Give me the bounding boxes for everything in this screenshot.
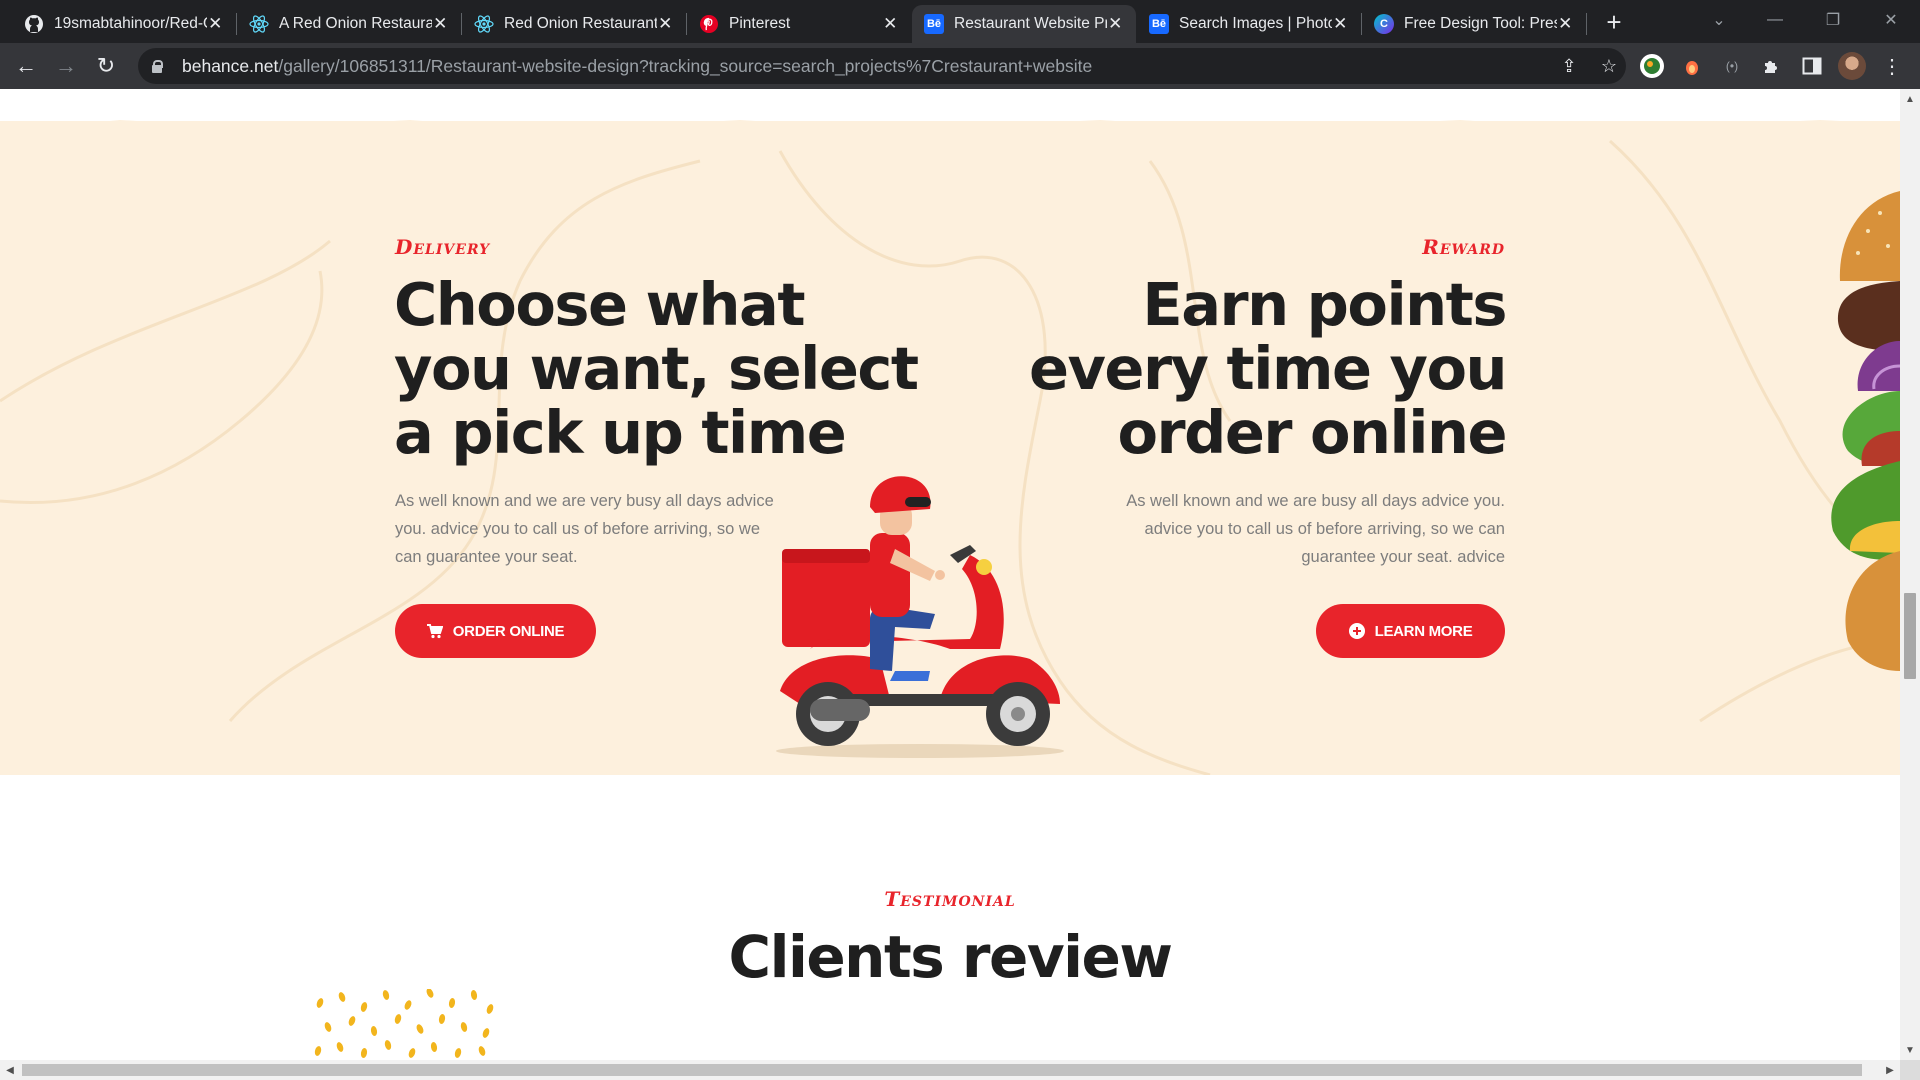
new-tab-plus-icon[interactable]: + (1600, 7, 1628, 37)
delivery-headline: Choose what you want, select a pick up t… (394, 270, 919, 467)
delivery-headline-line: Choose what (394, 270, 806, 339)
tab-title: Restaurant Website Pr (954, 15, 1107, 32)
plus-circle-icon (1348, 623, 1365, 639)
yellow-dots-decoration (314, 989, 494, 1058)
extension-radio-icon[interactable]: (•) (1718, 52, 1746, 80)
close-icon[interactable]: ✕ (1107, 14, 1124, 33)
scroll-up-arrow-icon[interactable]: ▲ (1902, 91, 1918, 107)
react-icon (474, 14, 494, 34)
page-viewport: Delivery Choose what you want, select a … (0, 89, 1900, 1060)
reward-eyebrow: Reward (1422, 235, 1505, 259)
learn-more-label: LEARN MORE (1374, 622, 1473, 640)
horizontal-scrollbar[interactable]: ◀ ▶ (0, 1060, 1900, 1080)
testimonial-title: Clients review (728, 923, 1173, 991)
react-icon (249, 14, 269, 34)
tab-title: A Red Onion Restaurant (279, 15, 432, 32)
reload-icon[interactable]: ↻ (92, 52, 120, 80)
tab-title: Pinterest (729, 15, 791, 32)
behance-icon: Bē (1149, 14, 1169, 34)
tab-pinterest[interactable]: Pinterest ✕ (687, 5, 911, 43)
github-icon (24, 14, 44, 34)
scroll-down-arrow-icon[interactable]: ▼ (1902, 1042, 1918, 1058)
reward-description-line: guarantee your seat. advice (1301, 548, 1505, 566)
extensions-puzzle-icon[interactable] (1758, 52, 1786, 80)
tab-canva[interactable]: C Free Design Tool: Pres ✕ (1362, 5, 1586, 43)
browser-toolbar: ← → ↻ behance.net/gallery/106851311/Rest… (0, 43, 1920, 89)
scroll-right-arrow-icon[interactable]: ▶ (1882, 1062, 1898, 1078)
restore-icon[interactable]: ❐ (1818, 6, 1848, 34)
reward-description-line: advice you to call us of before arriving… (1144, 520, 1505, 538)
horizontal-scroll-thumb[interactable] (22, 1064, 1862, 1076)
delivery-eyebrow: Delivery (395, 235, 491, 259)
delivery-description-line: can guarantee your seat. (395, 548, 578, 566)
tab-search-images[interactable]: Bē Search Images | Photo ✕ (1137, 5, 1361, 43)
kebab-menu-icon[interactable]: ⋮ (1878, 52, 1906, 80)
close-icon[interactable]: ✕ (1557, 14, 1574, 33)
pinterest-icon (699, 14, 719, 34)
profile-avatar[interactable] (1838, 52, 1866, 80)
bookmark-star-icon[interactable]: ☆ (1598, 55, 1620, 77)
delivery-scooter-illustration (776, 476, 1064, 758)
tab-title: Search Images | Photo (1179, 15, 1332, 32)
order-online-button[interactable]: ORDER ONLINE (395, 604, 596, 658)
delivery-headline-line: you want, select (394, 334, 919, 403)
reward-headline: Earn points every time you order online (1028, 270, 1508, 467)
close-icon[interactable]: ✕ (657, 14, 674, 33)
close-icon[interactable]: ✕ (207, 14, 224, 33)
url-text[interactable]: behance.net/gallery/106851311/Restaurant… (182, 56, 1092, 77)
testimonial-eyebrow: Testimonial (884, 887, 1016, 911)
extension-globe-icon[interactable] (1638, 52, 1666, 80)
reward-headline-line: every time you (1028, 334, 1508, 403)
burger-illustration (1831, 191, 1900, 671)
reward-description-line: As well known and we are busy all days a… (1126, 492, 1505, 510)
close-icon[interactable]: ✕ (1332, 14, 1349, 33)
close-icon[interactable]: ✕ (882, 14, 899, 33)
lock-icon[interactable] (152, 59, 163, 73)
behance-icon: Bē (924, 14, 944, 34)
cart-icon (426, 623, 443, 639)
close-icon[interactable]: ✕ (432, 14, 449, 33)
vertical-scroll-thumb[interactable] (1904, 593, 1916, 679)
extension-flame-icon[interactable] (1678, 52, 1706, 80)
address-bar[interactable]: behance.net/gallery/106851311/Restaurant… (138, 48, 1626, 84)
canva-icon: C (1374, 14, 1394, 34)
tab-red-onion-a[interactable]: A Red Onion Restaurant ✕ (237, 5, 461, 43)
delivery-description-line: you. advice you to call us of before arr… (395, 520, 761, 538)
delivery-description: As well known and we are very busy all d… (395, 487, 774, 571)
tab-restaurant-website[interactable]: Bē Restaurant Website Pr ✕ (912, 5, 1136, 43)
tab-title: 19smabtahinoor/Red-Onion (54, 15, 207, 32)
tab-title: Red Onion Restaurant (504, 15, 657, 32)
reward-headline-line: order online (1117, 398, 1507, 467)
vertical-scrollbar[interactable]: ▲ ▼ (1900, 89, 1920, 1060)
tab-github[interactable]: 19smabtahinoor/Red-Onion ✕ (12, 5, 236, 43)
minimize-icon[interactable]: — (1760, 6, 1790, 34)
browser-tab-bar: 19smabtahinoor/Red-Onion ✕ A Red Onion R… (0, 0, 1920, 43)
tab-title: Free Design Tool: Pres (1404, 15, 1557, 32)
tab-search-chevron-icon[interactable]: ⌄ (1704, 6, 1734, 34)
share-icon[interactable]: ⇪ (1558, 55, 1580, 77)
tab-separator (1586, 13, 1587, 35)
reward-description: As well known and we are busy all days a… (1126, 487, 1505, 571)
side-panel-icon[interactable] (1798, 52, 1826, 80)
reward-headline-line: Earn points (1142, 270, 1507, 339)
scroll-left-arrow-icon[interactable]: ◀ (2, 1062, 18, 1078)
back-arrow-icon[interactable]: ← (12, 52, 40, 80)
delivery-description-line: As well known and we are very busy all d… (395, 492, 774, 510)
order-online-label: ORDER ONLINE (452, 622, 565, 640)
scrollbar-corner (1900, 1060, 1920, 1080)
close-window-icon[interactable]: ✕ (1876, 6, 1906, 34)
tab-red-onion[interactable]: Red Onion Restaurant ✕ (462, 5, 686, 43)
forward-arrow-icon[interactable]: → (52, 52, 80, 80)
learn-more-button[interactable]: LEARN MORE (1316, 604, 1505, 658)
delivery-headline-line: a pick up time (394, 398, 847, 467)
